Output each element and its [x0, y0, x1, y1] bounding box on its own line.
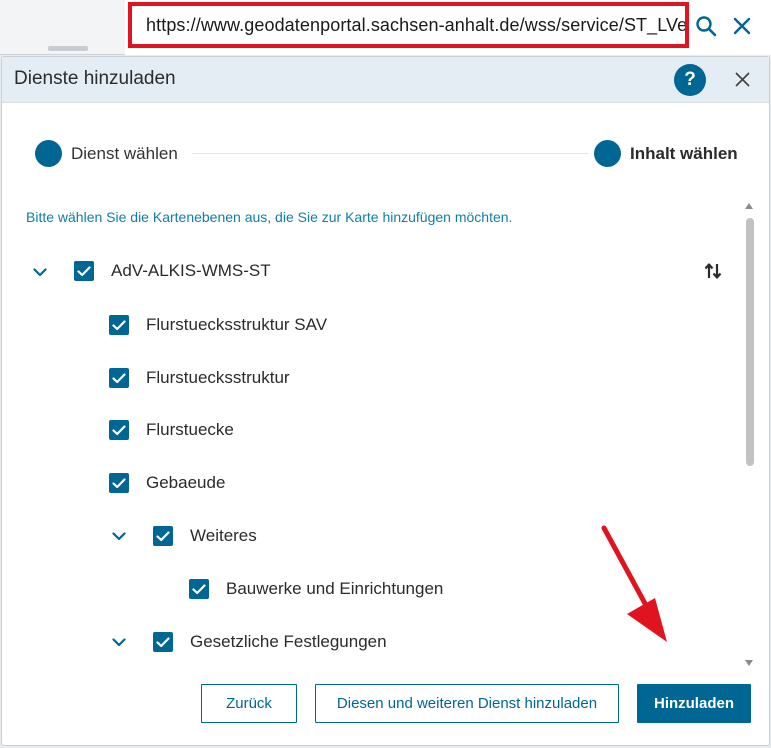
url-input[interactable]: https://www.geodatenportal.sachsen-anhal…: [128, 2, 689, 48]
step-2-label: Inhalt wählen: [630, 144, 738, 163]
scroll-down-arrow-icon[interactable]: [745, 660, 753, 666]
help-button[interactable]: ?: [674, 64, 706, 96]
step-1-indicator[interactable]: [35, 140, 62, 167]
layer-checkbox[interactable]: [109, 420, 129, 440]
back-button[interactable]: Zurück: [201, 684, 297, 723]
add-button[interactable]: Hinzuladen: [637, 684, 751, 723]
layer-checkbox[interactable]: [153, 632, 173, 652]
layer-checkbox[interactable]: [109, 473, 129, 493]
sort-icon[interactable]: [701, 260, 725, 282]
layer-checkbox[interactable]: [74, 261, 94, 281]
tree-item-label: AdV-ALKIS-WMS-ST: [111, 261, 271, 280]
dialog-close-icon[interactable]: [730, 67, 754, 91]
expand-chevron-icon[interactable]: [32, 264, 48, 280]
stepper-connector: [192, 153, 588, 154]
layer-checkbox[interactable]: [109, 368, 129, 388]
layer-checkbox[interactable]: [189, 579, 209, 599]
close-icon[interactable]: [728, 12, 756, 40]
expand-chevron-icon[interactable]: [111, 634, 127, 650]
scroll-up-arrow-icon[interactable]: [745, 203, 753, 209]
tree-item-label: Gesetzliche Festlegungen: [190, 632, 387, 651]
layer-checkbox[interactable]: [153, 526, 173, 546]
toolbar-blurred-label: [48, 46, 88, 51]
search-icon[interactable]: [692, 12, 720, 40]
instruction-text: Bitte wählen Sie die Kartenebenen aus, d…: [26, 209, 513, 225]
tree-item-label: Bauwerke und Einrichtungen: [226, 579, 444, 598]
add-more-services-button[interactable]: Diesen und weiteren Dienst hinzuladen: [315, 684, 619, 723]
tree-item-label: Flurstuecksstruktur: [146, 368, 290, 387]
tree-item-label: Gebaeude: [146, 473, 226, 492]
url-toolbar: https://www.geodatenportal.sachsen-anhal…: [0, 0, 771, 55]
step-1-label: Dienst wählen: [71, 144, 178, 163]
dialog-header: Dienste hinzuladen ?: [2, 57, 769, 103]
help-icon: ?: [684, 69, 696, 90]
tree-item-label: Weiteres: [190, 526, 257, 545]
step-2-indicator[interactable]: [594, 140, 621, 167]
layer-checkbox[interactable]: [109, 315, 129, 335]
toolbar-left-panel: [0, 0, 125, 55]
tree-item-label: Flurstuecksstruktur SAV: [146, 315, 328, 334]
dialog-title: Dienste hinzuladen: [14, 68, 176, 89]
tree-item-label: Flurstuecke: [146, 420, 234, 439]
scrollbar-thumb[interactable]: [746, 218, 754, 466]
expand-chevron-icon[interactable]: [111, 528, 127, 544]
url-input-value: https://www.geodatenportal.sachsen-anhal…: [146, 14, 688, 35]
